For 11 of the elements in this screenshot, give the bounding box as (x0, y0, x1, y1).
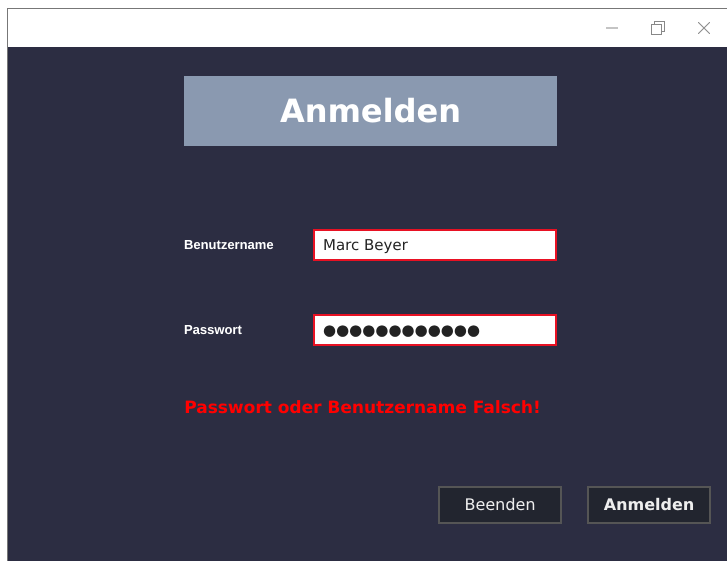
restore-icon (651, 21, 665, 35)
minimize-icon (606, 27, 618, 29)
dialog-button[interactable]: Anmelden (587, 486, 711, 524)
header-title: Anmelden (280, 91, 461, 132)
dialog-button[interactable]: Beenden (438, 486, 562, 524)
close-icon (698, 22, 710, 34)
error-message: Passwort oder Benutzername Falsch! (184, 397, 541, 420)
field-label: Benutzername (184, 236, 275, 254)
field-label: Passwort (184, 321, 243, 340)
input-field[interactable]: Marc Beyer (313, 229, 557, 261)
input-field[interactable]: ●●●●●●●●●●●● (313, 314, 557, 346)
